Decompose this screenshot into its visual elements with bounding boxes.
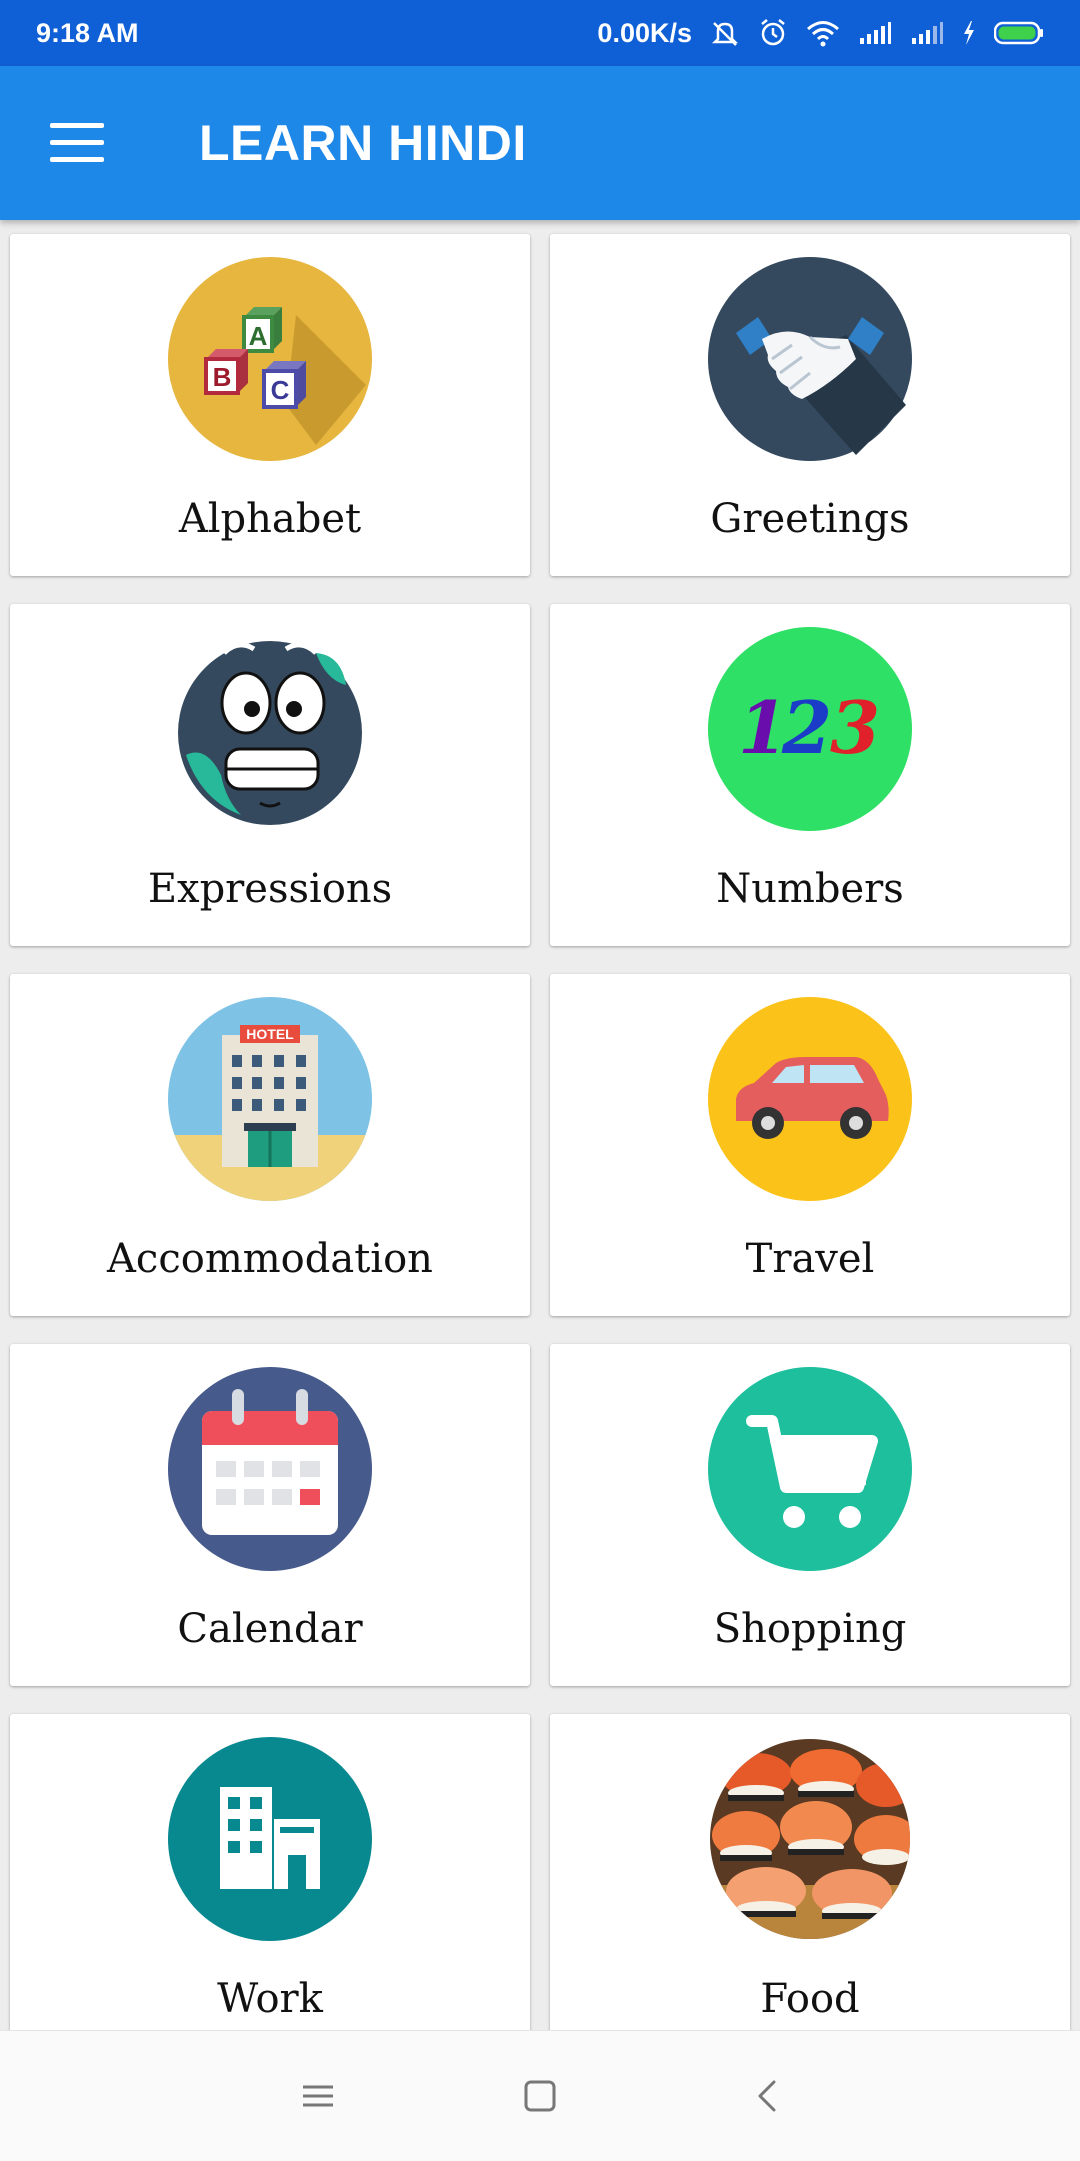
category-card-food[interactable]: Food [550,1714,1070,2030]
status-icons: 0.00K/s [597,18,1044,49]
category-label: Shopping [713,1606,907,1652]
category-label: Work [217,1976,323,2022]
app-title: LEARN HINDI [199,115,527,171]
category-label: Accommodation [107,1236,433,1282]
category-card-calendar[interactable]: Calendar [10,1344,530,1686]
hamburger-icon-line [50,140,104,145]
hotel-icon: HOTEL [168,997,372,1201]
home-icon[interactable] [520,2076,560,2116]
battery-icon [994,21,1043,45]
svg-text:B: B [213,362,232,392]
calendar-icon [168,1367,372,1571]
cart-icon [708,1367,912,1571]
wifi-icon [807,21,839,47]
category-label: Travel [745,1236,875,1282]
network-speed: 0.00K/s [597,17,692,48]
svg-text:2: 2 [781,685,832,770]
signal-icon [912,22,943,44]
category-card-accommodation[interactable]: HOTEL Accommodation [10,974,530,1316]
category-grid: A B C Alphabet Greetings Expressions 1 2… [0,220,1080,2030]
numbers-123-icon: 1 2 3 [708,627,912,831]
abc-blocks-icon: A B C [168,257,372,461]
hamburger-icon [50,123,104,128]
handshake-icon [708,257,912,461]
category-card-greetings[interactable]: Greetings [550,234,1070,576]
face-icon [178,641,362,825]
menu-icon[interactable] [298,2076,338,2116]
svg-text:HOTEL: HOTEL [246,1026,294,1042]
category-card-alphabet[interactable]: A B C Alphabet [10,234,530,576]
app-bar: LEARN HINDI [0,66,1080,220]
category-card-work[interactable]: Work [10,1714,530,2030]
status-bar: 9:18 AM 0.00K/s [0,0,1080,66]
charging-icon [964,21,974,45]
car-icon [708,997,912,1201]
svg-text:1: 1 [738,685,788,770]
category-label: Greetings [710,496,910,542]
svg-text:3: 3 [830,685,880,770]
mute-icon [711,22,739,46]
sushi-icon [710,1739,910,1939]
category-card-expressions[interactable]: Expressions [10,604,530,946]
category-label: Numbers [716,866,904,912]
category-label: Expressions [147,866,393,912]
category-card-numbers[interactable]: 1 2 3 Numbers [550,604,1070,946]
hamburger-icon-line [50,157,104,162]
signal-icon [860,22,891,44]
system-nav-bar [0,2030,1080,2161]
category-label: Food [760,1976,860,2022]
alarm-icon [761,19,785,46]
category-label: Alphabet [178,496,362,542]
status-time: 9:18 AM [36,17,139,48]
category-card-shopping[interactable]: Shopping [550,1344,1070,1686]
hamburger-menu-button[interactable] [50,123,104,163]
category-label: Calendar [177,1606,363,1652]
back-icon[interactable] [748,2076,788,2116]
svg-text:A: A [249,321,268,351]
svg-text:C: C [271,375,290,405]
office-building-icon [168,1737,372,1941]
category-card-travel[interactable]: Travel [550,974,1070,1316]
